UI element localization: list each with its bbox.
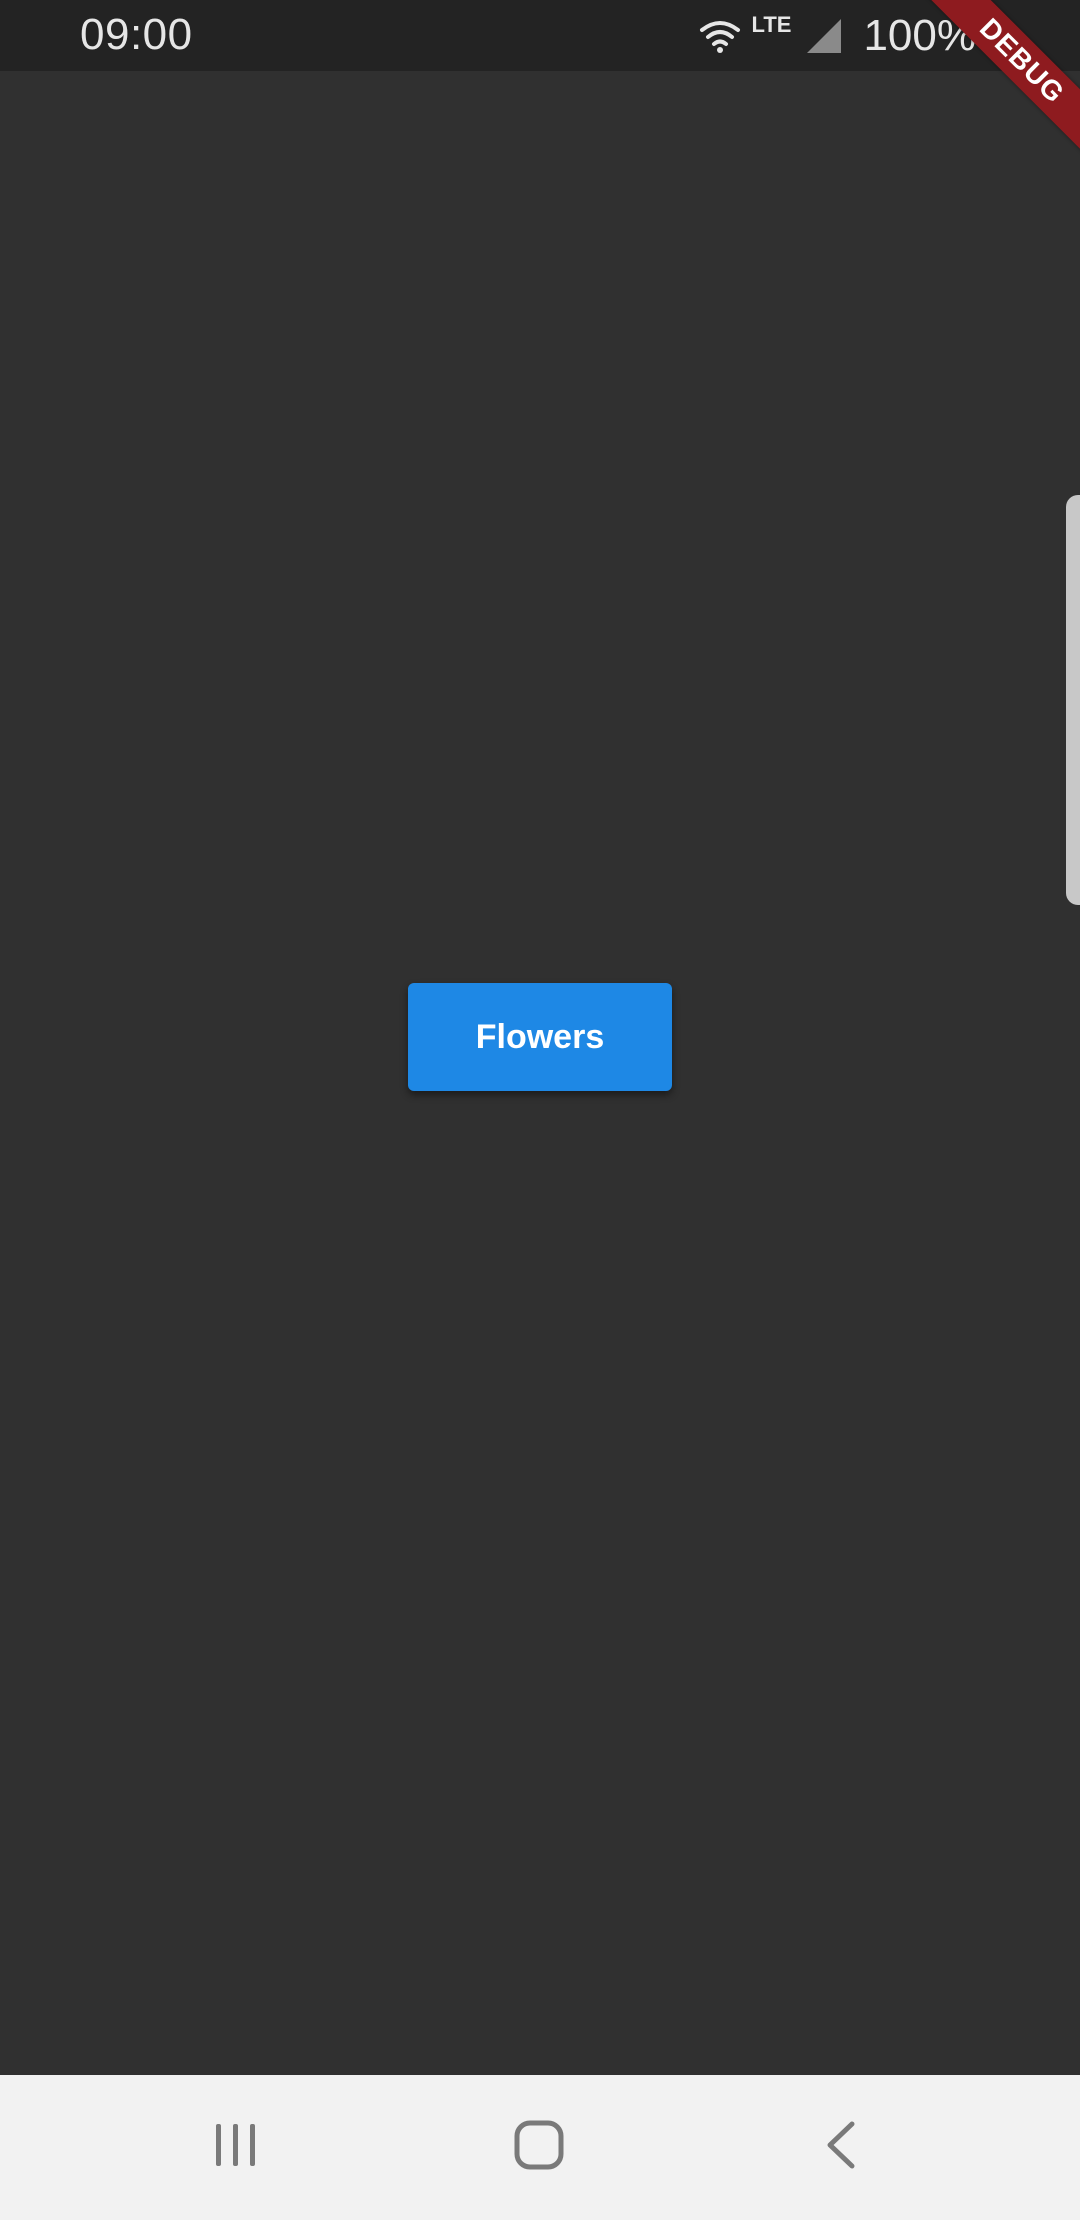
status-icons: LTE 100% <box>698 0 1010 71</box>
recents-button[interactable] <box>136 2075 336 2220</box>
navigation-bar <box>0 2075 1080 2220</box>
back-button[interactable] <box>741 2075 941 2220</box>
home-icon <box>514 2120 564 2175</box>
app-screen: 09:00 LTE 100% DEBUG Flowers <box>0 0 1080 2220</box>
signal-icon <box>805 17 843 55</box>
home-button[interactable] <box>439 2075 639 2220</box>
network-type-label: LTE <box>751 11 792 37</box>
flowers-button[interactable]: Flowers <box>408 983 672 1091</box>
status-bar: 09:00 LTE 100% <box>0 0 1080 71</box>
battery-icon <box>990 15 1010 56</box>
wifi-icon <box>698 18 742 54</box>
battery-percent: 100% <box>863 10 976 60</box>
recents-icon <box>213 2122 259 2173</box>
status-time: 09:00 <box>80 10 193 59</box>
edge-panel-handle[interactable] <box>1066 495 1080 905</box>
back-icon <box>824 2120 858 2175</box>
